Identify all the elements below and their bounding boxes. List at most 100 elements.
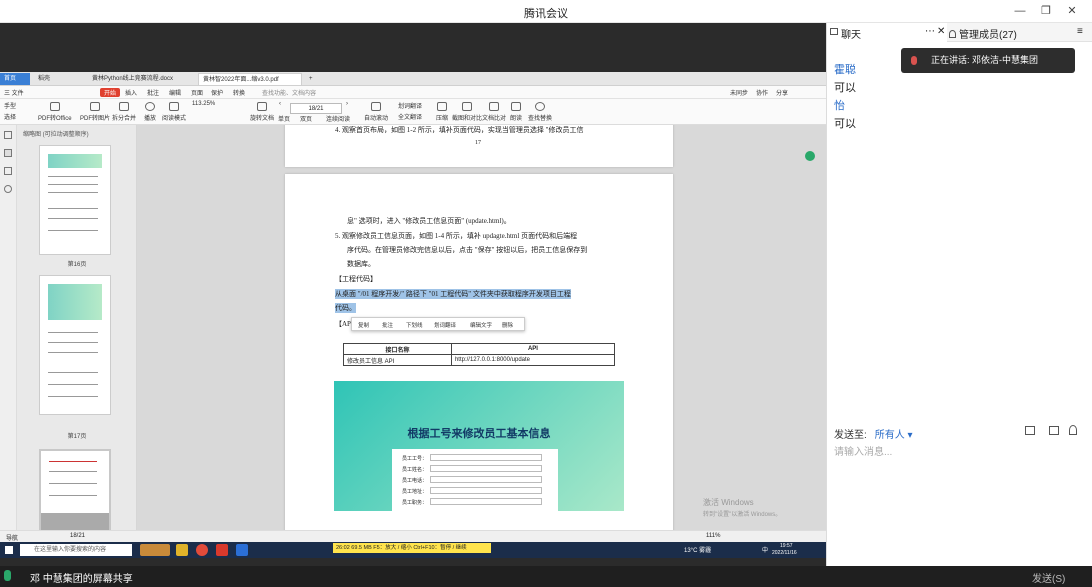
menu-share[interactable]: 分享	[776, 88, 788, 97]
tool-doc-compare[interactable]: 文档比对	[482, 102, 506, 122]
wps-icon[interactable]	[216, 544, 228, 556]
microphone-icon	[911, 56, 917, 65]
tool-rotate[interactable]: 旋转文档	[250, 102, 274, 122]
menu-icon[interactable]: ≡	[1077, 26, 1083, 37]
message-sender: 怡	[834, 100, 845, 112]
tool-hand[interactable]: 手型	[4, 101, 16, 110]
thumbnail-page-16[interactable]	[39, 145, 111, 255]
minimize-button[interactable]: —	[1010, 4, 1030, 19]
page-input[interactable]: 18/21	[290, 103, 342, 114]
menu-search[interactable]: 查找功能、文档内容	[262, 88, 316, 97]
tool-screenshot-compare[interactable]: 截图和对比	[452, 102, 482, 122]
more-icon[interactable]: ⋯	[925, 26, 935, 37]
ime-indicator[interactable]: 中	[762, 545, 768, 554]
next-page-icon[interactable]: ›	[346, 101, 348, 107]
wps-new-tab-button[interactable]: +	[305, 73, 317, 85]
tool-full-translate[interactable]: 全文翻译	[398, 112, 422, 121]
menu-convert[interactable]: 转换	[233, 88, 245, 97]
tool-find-replace[interactable]: 查找替换	[528, 102, 552, 122]
form-label: 员工地址：	[402, 489, 428, 495]
close-button[interactable]: ✕	[1062, 4, 1082, 19]
menu-protect[interactable]: 保护	[211, 88, 223, 97]
thumbnail-page-18[interactable]	[39, 449, 111, 530]
close-chat-icon[interactable]: ✕	[937, 26, 945, 37]
figure-form: 员工工号： 员工姓名： 员工电话： 员工地址： 员工职务：	[392, 449, 558, 511]
zoom-select[interactable]: 113.25%	[192, 101, 215, 107]
menu-annotate[interactable]: 批注	[147, 88, 159, 97]
status-nav[interactable]: 导航	[6, 533, 18, 542]
form-field	[430, 454, 542, 461]
ctx-underline[interactable]: 下划线	[406, 321, 423, 329]
menu-insert[interactable]: 插入	[125, 88, 137, 97]
page-number: 17	[475, 140, 481, 146]
ctx-annotate[interactable]: 批注	[382, 321, 393, 329]
speaking-text: 正在讲话: 邓依洁-中慧集团	[931, 55, 1038, 65]
tool-split-merge[interactable]: 拆分合并	[112, 102, 136, 122]
tab-chat-label: 聊天	[841, 30, 861, 41]
menu-page[interactable]: 页面	[191, 88, 203, 97]
wps-status-bar: 导航 18/21 111%	[0, 530, 826, 542]
thumbnail-label: 第16页	[67, 262, 87, 268]
microphone-icon[interactable]	[4, 570, 11, 581]
ctx-edit-text[interactable]: 编辑文字	[470, 321, 492, 329]
tool-word-translate[interactable]: 划词翻译	[398, 101, 422, 110]
tool-single-page[interactable]: 单页	[278, 114, 290, 123]
rotate-icon	[257, 102, 267, 111]
wps-menu-bar: 三 文件 开始 插入 批注 编辑 页面 保护 转换 查找功能、文档内容 未同步 …	[0, 86, 826, 99]
wps-tab-home[interactable]: 首页	[0, 73, 30, 85]
restore-button[interactable]: ❐	[1036, 4, 1056, 19]
folder-icon[interactable]	[1025, 426, 1035, 435]
screenshot-icon[interactable]	[1049, 426, 1059, 435]
ctx-copy[interactable]: 复制	[358, 321, 369, 329]
bookmark-icon[interactable]	[4, 131, 12, 139]
tool-auto-scroll[interactable]: 自动滚动	[364, 102, 388, 122]
tool-continuous[interactable]: 连续阅读	[326, 114, 350, 123]
tool-label: 朗读	[510, 116, 523, 122]
tab-members[interactable]: 管理成员(27)	[949, 26, 1017, 41]
screenshot-icon	[462, 102, 472, 111]
chrome-icon[interactable]	[196, 544, 208, 556]
wps-tab-pdf[interactable]: 黄林智2022年面...缩v3.0.pdf	[198, 73, 302, 85]
tool-pdf-to-image[interactable]: PDF转图片	[80, 102, 110, 122]
tool-select[interactable]: 选择	[4, 112, 16, 121]
assistant-icon[interactable]	[805, 151, 815, 161]
ctx-translate[interactable]: 划词翻译	[434, 321, 456, 329]
tool-read-aloud[interactable]: 朗读	[510, 102, 522, 122]
ctx-delete[interactable]: 删除	[502, 321, 513, 329]
activation-watermark-title: 激活 Windows	[703, 498, 754, 507]
thumbnail-icon[interactable]	[4, 149, 12, 157]
selected-text-2[interactable]: 代码。	[335, 303, 356, 313]
tool-pdf-to-office[interactable]: PDF转Office	[38, 102, 72, 122]
menu-file[interactable]: 三 文件	[4, 88, 24, 97]
tool-compress[interactable]: 压缩	[436, 102, 448, 122]
menu-unsynced[interactable]: 未同步	[730, 88, 748, 97]
thumbnail-page-17[interactable]	[39, 275, 111, 415]
windows-start-icon[interactable]	[5, 546, 13, 554]
tool-double-page[interactable]: 双页	[300, 114, 312, 123]
prev-page-icon[interactable]: ‹	[279, 101, 281, 107]
menu-collab[interactable]: 协作	[756, 88, 768, 97]
message-input[interactable]: 请输入消息...	[834, 443, 892, 458]
taskbar-app-icon[interactable]	[140, 544, 170, 556]
menu-start[interactable]: 开始	[100, 88, 121, 97]
play-icon	[145, 102, 155, 111]
wps-tab-docx[interactable]: 黄林Python线上竞赛流程.docx	[88, 73, 196, 85]
send-button[interactable]: 发送(S)	[1032, 570, 1065, 585]
tool-read-mode[interactable]: 阅读模式	[162, 102, 186, 122]
selected-text-1[interactable]: 从桌面 "/01 程序开发/" 路径下 "01 工程代码" 文件夹中获取程序开发…	[335, 289, 571, 299]
meeting-app-icon[interactable]	[236, 544, 248, 556]
folder-icon[interactable]	[176, 544, 188, 556]
thumbnail-panel: 缩略图 (可拉动调整顺序) 第16页 第17页	[17, 125, 137, 530]
form-row: 员工地址：	[402, 487, 542, 495]
attachment-icon[interactable]	[4, 185, 12, 193]
menu-edit[interactable]: 编辑	[169, 88, 181, 97]
wps-tab-docer[interactable]: 稻壳	[34, 73, 86, 85]
send-to-select[interactable]: 所有人 ▾	[875, 430, 913, 441]
taskbar-search[interactable]: 在这里输入你要搜索的内容	[20, 544, 132, 556]
status-zoom[interactable]: 111%	[706, 533, 720, 539]
tool-play[interactable]: 播放	[144, 102, 156, 122]
read-mode-icon	[169, 102, 179, 111]
mention-user-icon[interactable]	[1069, 425, 1077, 435]
comment-icon[interactable]	[4, 167, 12, 175]
panel-tab-bar: 聊天 ⋯ ✕ 管理成员(27) ≡	[827, 23, 1092, 42]
